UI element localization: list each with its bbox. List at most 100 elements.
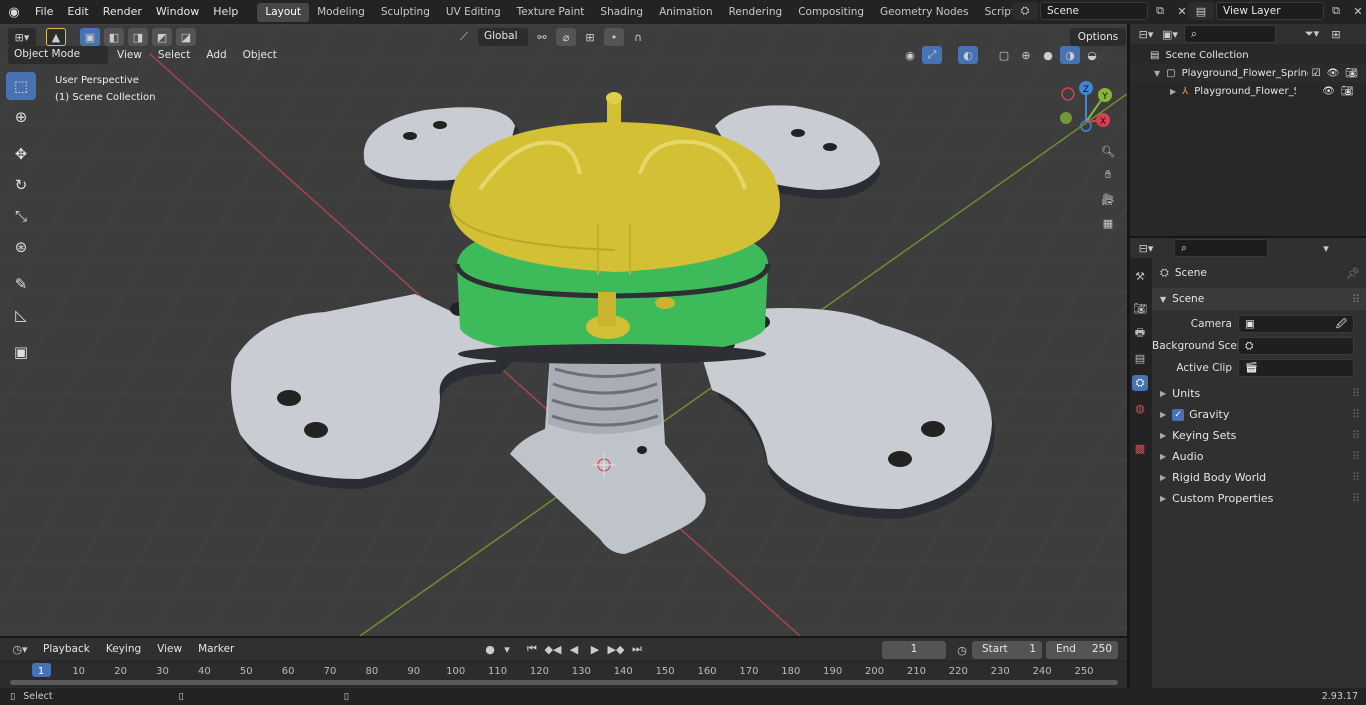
rendered-shading-icon[interactable]: ◒ [1082, 46, 1102, 64]
jump-end-icon[interactable]: ⏭ [627, 640, 647, 658]
menu-timeline-view[interactable]: View [150, 640, 189, 658]
drag-handle-icon[interactable]: ⠿ [1352, 492, 1360, 505]
select-extend-icon[interactable]: ◧ [104, 28, 124, 46]
menu-help[interactable]: Help [206, 0, 245, 24]
outliner-editor-icon[interactable]: ⊟▾ [1136, 25, 1156, 43]
menu-render[interactable]: Render [96, 0, 149, 24]
select-subtract-icon[interactable]: ◨ [128, 28, 148, 46]
background-scene-field[interactable]: ⛭ [1238, 336, 1354, 355]
scene-name-field[interactable]: Scene [1040, 2, 1148, 20]
material-shading-icon[interactable]: ◑ [1060, 46, 1080, 64]
cursor-tool-icon[interactable]: ⊕ [6, 103, 36, 131]
active-clip-field[interactable]: 🎬︎ [1238, 358, 1354, 377]
play-reverse-icon[interactable]: ◀ [564, 640, 584, 658]
section-keying-sets[interactable]: ▶ Keying Sets ⠿ [1152, 425, 1366, 446]
proportional-edit-icon[interactable]: • [604, 28, 624, 46]
copy-scene-icon[interactable]: ⧉ [1150, 2, 1170, 20]
annotate-tool-icon[interactable]: ✎ [6, 270, 36, 298]
record-icon[interactable]: ● [480, 640, 500, 658]
tab-modeling[interactable]: Modeling [309, 3, 373, 22]
visibility-icon[interactable]: ◉ [900, 46, 920, 64]
drag-handle-icon[interactable]: ⠿ [1352, 387, 1360, 400]
navigation-gizmo[interactable]: Z Y X [1050, 76, 1120, 146]
jump-start-icon[interactable]: ⏮ [522, 640, 542, 658]
menu-add[interactable]: Add [199, 46, 233, 64]
render-tab-icon[interactable]: 📷︎ [1132, 300, 1148, 316]
play-icon[interactable]: ▶ [585, 640, 605, 658]
snap-icon[interactable]: ⌀ [556, 28, 576, 46]
section-custom-properties[interactable]: ▶ Custom Properties ⠿ [1152, 488, 1366, 509]
prev-keyframe-icon[interactable]: ◆◀ [543, 640, 563, 658]
menu-object[interactable]: Object [236, 46, 284, 64]
overlay-toggle-icon[interactable]: ◐ [958, 46, 978, 64]
timeline-editor-icon[interactable]: ◷▾ [6, 640, 34, 658]
tab-layout[interactable]: Layout [257, 2, 310, 22]
drag-handle-icon[interactable]: ⠿ [1352, 408, 1360, 421]
new-collection-icon[interactable]: ⊞ [1326, 25, 1346, 43]
properties-options-icon[interactable]: ▾ [1316, 239, 1336, 257]
texture-tab-icon[interactable]: ▩ [1132, 440, 1148, 456]
tab-uv-editing[interactable]: UV Editing [438, 3, 509, 22]
menu-keying[interactable]: Keying [99, 640, 148, 658]
scene-tab-icon[interactable]: ⛭ [1132, 375, 1148, 391]
display-mode-icon[interactable]: ▣▾ [1160, 25, 1180, 43]
blender-logo-icon[interactable]: ◉ [0, 5, 28, 20]
drag-handle-icon[interactable]: ⠿ [1352, 293, 1360, 306]
mode-dropdown[interactable]: Object Mode [8, 46, 108, 64]
properties-search-input[interactable]: ⌕ [1174, 239, 1268, 257]
camera-icon[interactable]: 📷︎ [1341, 86, 1354, 97]
falloff-icon[interactable]: ∩ [628, 28, 648, 46]
select-box-tool-icon[interactable]: ⬚ [6, 72, 36, 100]
drag-handle-icon[interactable]: ⠿ [1352, 450, 1360, 463]
start-frame-field[interactable]: Start 1 [972, 641, 1042, 659]
gravity-checkbox-icon[interactable]: ✓ [1172, 408, 1185, 421]
outliner-root[interactable]: ▤ Scene Collection [1130, 46, 1366, 64]
close-view-layer-icon[interactable]: ✕ [1348, 2, 1366, 20]
tab-geometry-nodes[interactable]: Geometry Nodes [872, 3, 977, 22]
view-layer-tab-icon[interactable]: ▤ [1132, 350, 1148, 366]
section-units[interactable]: ▶ Units ⠿ [1152, 383, 1366, 404]
wireframe-shading-icon[interactable]: ⊕ [1016, 46, 1036, 64]
section-audio[interactable]: ▶ Audio ⠿ [1152, 446, 1366, 467]
rotate-tool-icon[interactable]: ↻ [6, 171, 36, 199]
add-cube-tool-icon[interactable]: ▣ [6, 338, 36, 366]
camera-view-icon[interactable]: 🎥︎ [1098, 190, 1118, 208]
view-layer-icon[interactable]: ▤ [1188, 2, 1214, 20]
scale-tool-icon[interactable]: ⤡ [6, 202, 36, 230]
pan-hand-icon[interactable]: ✋︎ [1098, 166, 1118, 184]
transform-tool-icon[interactable]: ⊛ [6, 233, 36, 261]
snap-target-icon[interactable]: ⊞ [580, 28, 600, 46]
drag-handle-icon[interactable]: ⠿ [1352, 471, 1360, 484]
tab-animation[interactable]: Animation [651, 3, 721, 22]
end-frame-field[interactable]: End 250 [1046, 641, 1118, 659]
solid-shading-icon[interactable]: ● [1038, 46, 1058, 64]
options-dropdown[interactable]: Options [1070, 28, 1126, 46]
camera-icon[interactable]: 📷︎ [1345, 68, 1358, 79]
tab-shading[interactable]: Shading [592, 3, 651, 22]
menu-edit[interactable]: Edit [60, 0, 95, 24]
drag-handle-icon[interactable]: ⠿ [1352, 429, 1360, 442]
zoom-icon[interactable]: 🔍︎ [1098, 142, 1118, 160]
select-tool-icon[interactable]: ▲ [46, 28, 66, 46]
expand-down-icon[interactable]: ▼ [1154, 69, 1160, 78]
menu-window[interactable]: Window [149, 0, 206, 24]
perspective-grid-icon[interactable]: ▦ [1098, 214, 1118, 232]
outliner-search-input[interactable]: ⌕ [1184, 25, 1276, 43]
tab-rendering[interactable]: Rendering [721, 3, 791, 22]
eyedropper-icon[interactable]: 🖉 [1336, 316, 1347, 332]
tab-compositing[interactable]: Compositing [790, 3, 872, 22]
view-layer-field[interactable]: View Layer [1216, 2, 1324, 20]
output-tab-icon[interactable]: 🖶 [1132, 325, 1148, 341]
menu-playback[interactable]: Playback [36, 640, 97, 658]
select-intersect-icon[interactable]: ◪ [176, 28, 196, 46]
move-tool-icon[interactable]: ✥ [6, 140, 36, 168]
menu-marker[interactable]: Marker [191, 640, 241, 658]
transform-orientation-dropdown[interactable]: Global [478, 28, 528, 46]
eye-icon[interactable]: 👁︎ [1322, 86, 1335, 97]
current-frame-field[interactable]: 1 [882, 641, 946, 659]
section-rigid-body-world[interactable]: ▶ Rigid Body World ⠿ [1152, 467, 1366, 488]
properties-editor-icon[interactable]: ⊟▾ [1136, 239, 1156, 257]
camera-field[interactable]: ▣ 🖉 [1238, 314, 1354, 333]
editor-type-icon[interactable]: ⊞▾ [8, 28, 36, 46]
record-options-icon[interactable]: ▾ [501, 640, 513, 658]
